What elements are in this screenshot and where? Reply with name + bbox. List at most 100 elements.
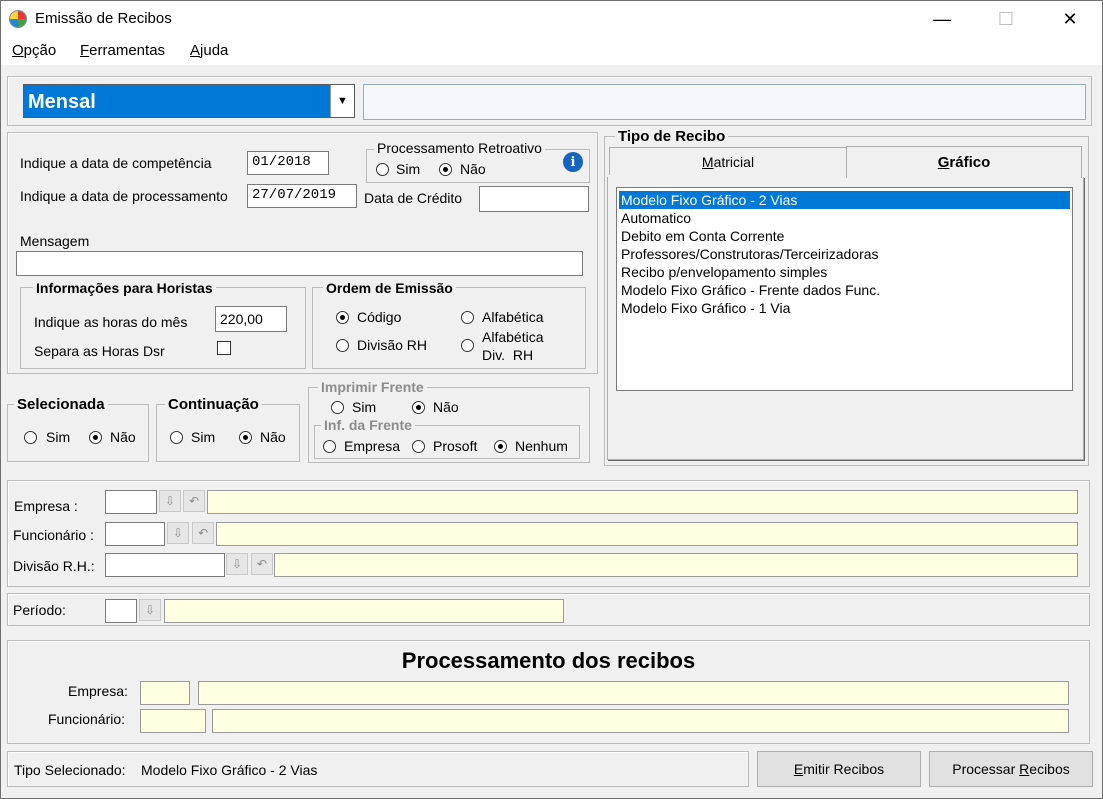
retro-nao-label: Não — [460, 161, 486, 177]
menu-bar: Opção Ferramentas Ajuda — [1, 37, 1102, 65]
periodo-code-input[interactable] — [105, 599, 137, 623]
continuacao-sim-radio[interactable] — [170, 431, 183, 444]
selecionada-title: Selecionada — [14, 396, 108, 413]
list-item[interactable]: Modelo Fixo Gráfico - Frente dados Func. — [619, 281, 1070, 299]
horistas-title: Informações para Horistas — [33, 280, 216, 296]
empresa-label: Empresa : — [14, 498, 78, 514]
processar-label: ecibos — [1029, 761, 1070, 777]
periodo-name-field — [164, 599, 564, 623]
selecionada-nao-label: Não — [110, 429, 136, 445]
list-item[interactable]: Modelo Fixo Gráfico - 2 Vias — [619, 191, 1070, 209]
menu-ferramentas-accel: F — [80, 42, 90, 59]
menu-opcao-label: pção — [23, 42, 57, 59]
retro-sim-label: Sim — [396, 161, 421, 177]
imprimir-sim-label: Sim — [352, 399, 377, 415]
menu-ajuda[interactable]: Ajuda — [190, 42, 228, 59]
ordem-group — [312, 287, 586, 369]
processar-recibos-button[interactable]: Processar Recibos — [929, 751, 1093, 787]
menu-ajuda-accel: A — [190, 42, 201, 59]
proc-funcionario-label: Funcionário: — [48, 711, 126, 727]
minimize-button[interactable]: — — [919, 1, 965, 37]
divisao-name-field — [274, 553, 1078, 577]
tipo-selecionado-value: Modelo Fixo Gráfico - 2 Vias — [141, 762, 318, 778]
list-item[interactable]: Professores/Construtoras/Terceirizadoras — [619, 245, 1070, 263]
menu-opcao[interactable]: Opção — [12, 42, 56, 59]
proc-title: Processamento dos recibos — [401, 648, 696, 673]
continuacao-nao-radio[interactable] — [239, 431, 252, 444]
tab-matricial-accel: M — [701, 153, 714, 170]
processamento-input[interactable]: 27/07/2019 — [247, 184, 357, 208]
ordem-codigo-radio[interactable] — [336, 311, 349, 324]
app-icon — [9, 10, 27, 28]
proc-funcionario-name — [212, 709, 1069, 733]
inf-prosoft-radio[interactable] — [412, 440, 425, 453]
download-icon[interactable]: ⇩ — [139, 599, 161, 621]
funcionario-code-input[interactable] — [105, 522, 165, 546]
info-icon[interactable]: i — [563, 152, 583, 172]
tipo-recibo-list: Modelo Fixo Gráfico - 2 Vias Automatico … — [616, 187, 1073, 391]
inf-nenhum-label: Nenhum — [515, 438, 568, 454]
tab-matricial[interactable]: Matricial — [609, 147, 847, 175]
tipo-combo-value: Mensal — [28, 91, 96, 113]
list-item[interactable]: Modelo Fixo Gráfico - 1 Via — [619, 299, 1070, 317]
ordem-divisao-label: Divisão RH — [357, 337, 428, 353]
empresa-code-input[interactable] — [105, 490, 157, 514]
empresa-name-field — [207, 490, 1078, 514]
list-item[interactable]: Debito em Conta Corrente — [619, 227, 1070, 245]
tipo-selecionado-label: Tipo Selecionado: — [14, 762, 126, 778]
inf-empresa-radio[interactable] — [323, 440, 336, 453]
close-button[interactable]: ✕ — [1047, 1, 1093, 37]
proc-funcionario-code — [140, 709, 206, 733]
ordem-divisao-radio[interactable] — [336, 339, 349, 352]
menu-ferramentas[interactable]: Ferramentas — [80, 42, 165, 59]
ordem-alfa-div-label-1: Alfabética — [482, 329, 544, 345]
ordem-alfabetica-label: Alfabética — [482, 309, 544, 325]
separa-checkbox[interactable] — [217, 341, 231, 355]
selecionada-sim-radio[interactable] — [24, 431, 37, 444]
emitir-recibos-button[interactable]: Emitir Recibos — [757, 751, 921, 787]
download-icon[interactable]: ⇩ — [226, 553, 248, 575]
list-item[interactable]: Recibo p/envelopamento simples — [619, 263, 1070, 281]
retro-nao-radio[interactable] — [439, 163, 452, 176]
inf-empresa-label: Empresa — [344, 438, 401, 454]
tab-grafico-label: ráfico — [949, 154, 991, 171]
list-item[interactable]: Automatico — [619, 209, 1070, 227]
mensagem-input[interactable] — [16, 251, 583, 276]
processar-accel: R — [1019, 761, 1030, 777]
imprimir-sim-radio[interactable] — [331, 401, 344, 414]
divisao-label: Divisão R.H.: — [13, 558, 95, 574]
mensagem-label: Mensagem — [20, 233, 90, 249]
emitir-accel: E — [793, 761, 804, 777]
download-icon[interactable]: ⇩ — [159, 490, 181, 512]
proc-empresa-name — [198, 681, 1069, 705]
processamento-label: Indique a data de processamento — [20, 188, 228, 204]
proc-empresa-code — [140, 681, 190, 705]
maximize-button[interactable]: ☐ — [983, 1, 1029, 37]
inf-nenhum-radio[interactable] — [494, 440, 507, 453]
divisao-code-input[interactable] — [105, 553, 225, 577]
imprimir-nao-radio[interactable] — [412, 401, 425, 414]
inf-frente-title: Inf. da Frente — [321, 417, 415, 433]
funcionario-label: Funcionário : — [13, 527, 94, 543]
periodo-label: Período: — [13, 602, 66, 618]
credito-input[interactable] — [479, 186, 589, 212]
tab-grafico-accel: G — [937, 154, 950, 171]
menu-ajuda-label: juda — [200, 42, 229, 59]
chevron-down-icon[interactable]: ▼ — [330, 85, 354, 117]
horas-input[interactable]: 220,00 — [215, 306, 287, 332]
ordem-codigo-label: Código — [357, 309, 402, 325]
ordem-alfabetica-radio[interactable] — [461, 311, 474, 324]
tab-grafico[interactable]: Gráfico — [846, 146, 1082, 178]
selecionada-nao-radio[interactable] — [89, 431, 102, 444]
tipo-combo[interactable]: Mensal ▼ — [23, 84, 355, 118]
undo-icon[interactable]: ↶ — [192, 522, 214, 544]
window-title: Emissão de Recibos — [35, 10, 172, 27]
undo-icon[interactable]: ↶ — [251, 553, 273, 575]
menu-opcao-accel: O — [12, 42, 24, 59]
description-field — [363, 84, 1086, 120]
undo-icon[interactable]: ↶ — [183, 490, 205, 512]
ordem-alfa-div-radio[interactable] — [461, 339, 474, 352]
competencia-input[interactable]: 01/2018 — [247, 151, 329, 175]
download-icon[interactable]: ⇩ — [167, 522, 189, 544]
retro-sim-radio[interactable] — [376, 163, 389, 176]
